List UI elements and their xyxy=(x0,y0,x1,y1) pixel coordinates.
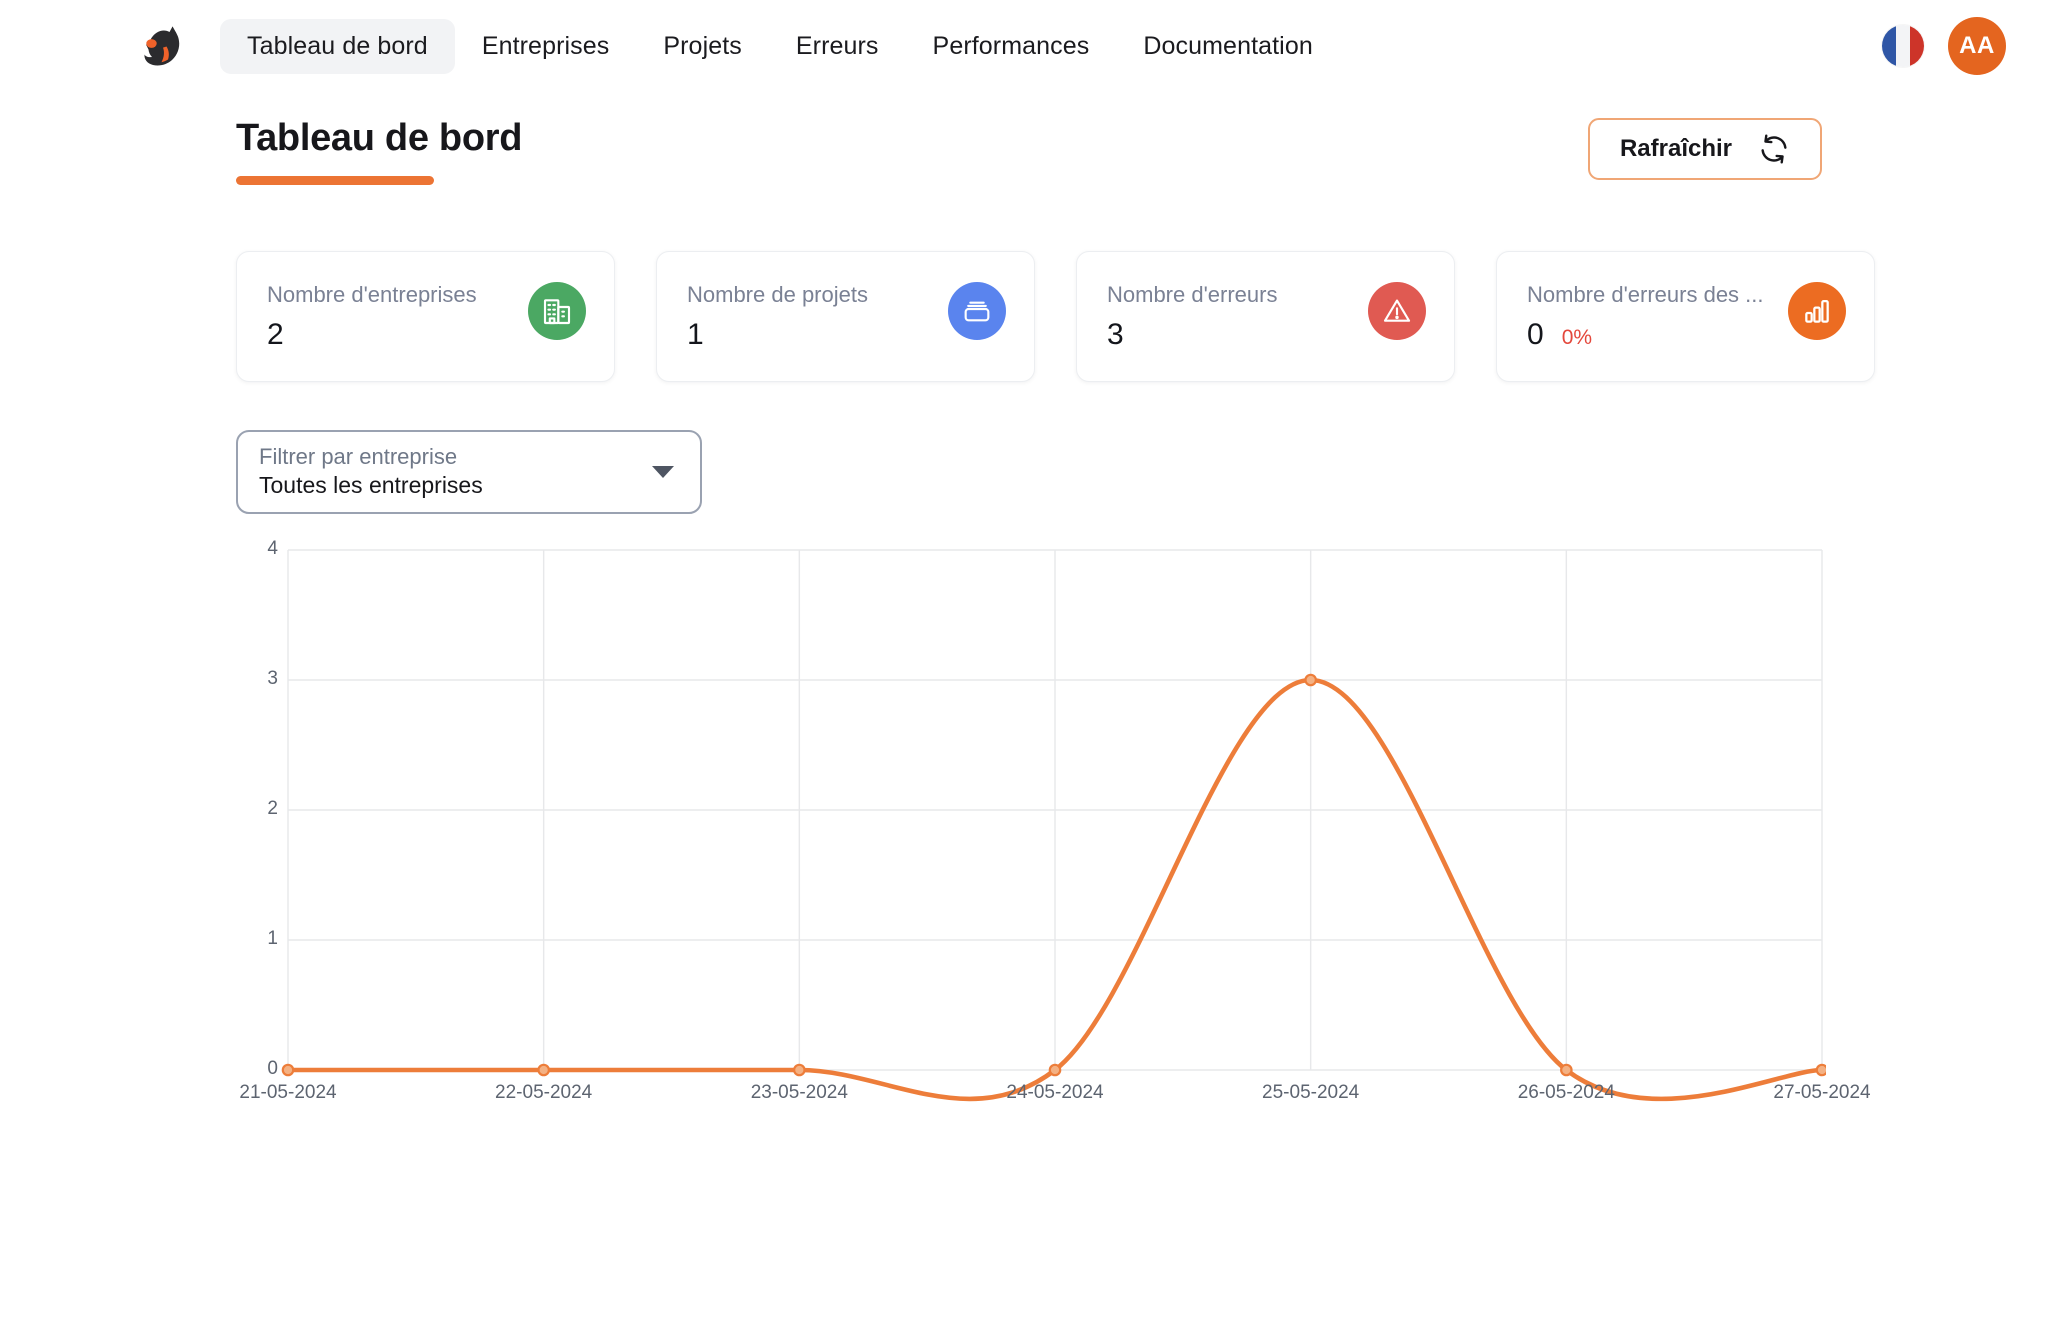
nav-item-projets[interactable]: Projets xyxy=(636,19,769,74)
page-header: Tableau de bord Rafraîchir xyxy=(0,92,2048,185)
data-point[interactable] xyxy=(793,1063,806,1077)
data-point[interactable] xyxy=(1560,1063,1573,1077)
avatar-initials: AA xyxy=(1959,32,1995,59)
company-filter-value: Toutes les entreprises xyxy=(259,472,483,499)
archive-box-icon xyxy=(948,281,1006,340)
refresh-icon xyxy=(1761,134,1787,164)
nav-item-tableau-de-bord[interactable]: Tableau de bord xyxy=(220,18,455,74)
nav-item-entreprises[interactable]: Entreprises xyxy=(455,19,637,74)
stat-card-label: Nombre d'erreurs xyxy=(1107,281,1278,307)
filter-section: Filtrer par entreprise Toutes les entrep… xyxy=(0,382,2048,514)
nav-links: Tableau de bord Entreprises Projets Erre… xyxy=(220,18,1340,74)
x-axis-tick-label: 24-05-2024 xyxy=(1006,1081,1104,1103)
data-point[interactable] xyxy=(1815,1063,1826,1077)
data-point[interactable] xyxy=(281,1063,295,1077)
chart-canvas xyxy=(281,549,1826,1101)
stat-card-value: 0 xyxy=(1527,318,1544,352)
stat-card-entreprises[interactable]: Nombre d'entreprises 2 xyxy=(236,250,615,382)
title-underline-accent xyxy=(236,175,434,185)
stat-card-value: 1 xyxy=(687,318,704,352)
filter-texts: Filtrer par entreprise Toutes les entrep… xyxy=(259,444,483,499)
data-point[interactable] xyxy=(1304,673,1317,687)
stat-card-projets[interactable]: Nombre de projets 1 xyxy=(656,250,1035,382)
y-axis-tick-label: 3 xyxy=(267,667,278,689)
x-axis-tick-label: 27-05-2024 xyxy=(1773,1081,1871,1103)
stat-cards-row: Nombre d'entreprises 2 Nombre de projets… xyxy=(0,185,2048,382)
nav-item-performances[interactable]: Performances xyxy=(906,19,1117,74)
app-logo[interactable] xyxy=(136,19,190,73)
stat-card-label: Nombre d'erreurs des ... xyxy=(1527,281,1764,307)
nav-item-erreurs[interactable]: Erreurs xyxy=(769,19,906,74)
page-title: Tableau de bord xyxy=(236,117,523,159)
y-axis-tick-label: 4 xyxy=(267,537,278,559)
warning-triangle-icon xyxy=(1368,281,1426,340)
y-axis-tick-label: 1 xyxy=(267,927,278,949)
stat-card-label: Nombre d'entreprises xyxy=(267,281,477,307)
nav-item-label: Entreprises xyxy=(481,31,610,60)
y-axis-tick-label: 2 xyxy=(267,797,278,819)
nav-item-label: Projets xyxy=(663,31,742,60)
stat-card-value-row: 0 0% xyxy=(1527,320,1764,350)
stat-card-value-row: 3 xyxy=(1107,320,1277,350)
data-point[interactable] xyxy=(1048,1063,1062,1077)
x-axis-tick-label: 22-05-2024 xyxy=(495,1081,593,1103)
data-point[interactable] xyxy=(537,1063,550,1077)
x-axis-tick-label: 26-05-2024 xyxy=(1517,1081,1615,1103)
chevron-down-icon[interactable] xyxy=(652,465,674,478)
nav-item-label: Documentation xyxy=(1143,31,1313,60)
page-title-block: Tableau de bord xyxy=(236,117,523,185)
stat-card-text: Nombre d'entreprises 2 xyxy=(267,280,477,350)
y-axis-tick-label: 0 xyxy=(267,1057,278,1079)
avatar[interactable]: AA xyxy=(1948,17,2006,75)
refresh-button-label: Rafraîchir xyxy=(1619,135,1732,162)
company-filter-label: Filtrer par entreprise xyxy=(259,444,458,470)
stat-card-value: 3 xyxy=(1107,318,1124,352)
nav-item-label: Tableau de bord xyxy=(247,31,428,60)
nav-item-label: Erreurs xyxy=(795,31,879,60)
stat-card-text: Nombre d'erreurs 3 xyxy=(1107,280,1277,350)
x-axis-tick-label: 23-05-2024 xyxy=(750,1081,848,1103)
building-icon xyxy=(528,281,586,340)
stat-card-erreurs-des[interactable]: Nombre d'erreurs des ... 0 0% xyxy=(1496,250,1875,382)
nav-item-label: Performances xyxy=(932,31,1090,60)
stat-card-text: Nombre d'erreurs des ... 0 0% xyxy=(1527,280,1764,350)
france-flag-icon[interactable] xyxy=(1882,25,1924,67)
stat-card-value-row: 2 xyxy=(267,320,477,350)
stat-card-text: Nombre de projets 1 xyxy=(687,280,868,350)
stat-card-delta-badge: 0% xyxy=(1561,326,1593,350)
top-navbar: Tableau de bord Entreprises Projets Erre… xyxy=(0,0,2048,92)
stat-card-label: Nombre de projets xyxy=(687,281,868,307)
bar-chart-icon xyxy=(1788,281,1846,340)
nav-right-actions: AA xyxy=(1882,17,2006,75)
x-axis-tick-label: 25-05-2024 xyxy=(1262,1081,1360,1103)
stat-card-value: 2 xyxy=(267,318,284,352)
nav-item-documentation[interactable]: Documentation xyxy=(1116,19,1339,74)
stat-card-erreurs[interactable]: Nombre d'erreurs 3 xyxy=(1076,250,1455,382)
company-filter-select[interactable]: Filtrer par entreprise Toutes les entrep… xyxy=(236,429,702,514)
dog-head-logo-icon xyxy=(144,26,180,66)
errors-over-time-chart: 0 1 2 3 4 21-05-2024 22-05-2024 23-05-2024 24-0… xyxy=(236,538,1870,1103)
x-axis-tick-label: 21-05-2024 xyxy=(239,1081,337,1103)
refresh-button[interactable]: Rafraîchir xyxy=(1587,118,1822,180)
stat-card-value-row: 1 xyxy=(687,320,868,350)
